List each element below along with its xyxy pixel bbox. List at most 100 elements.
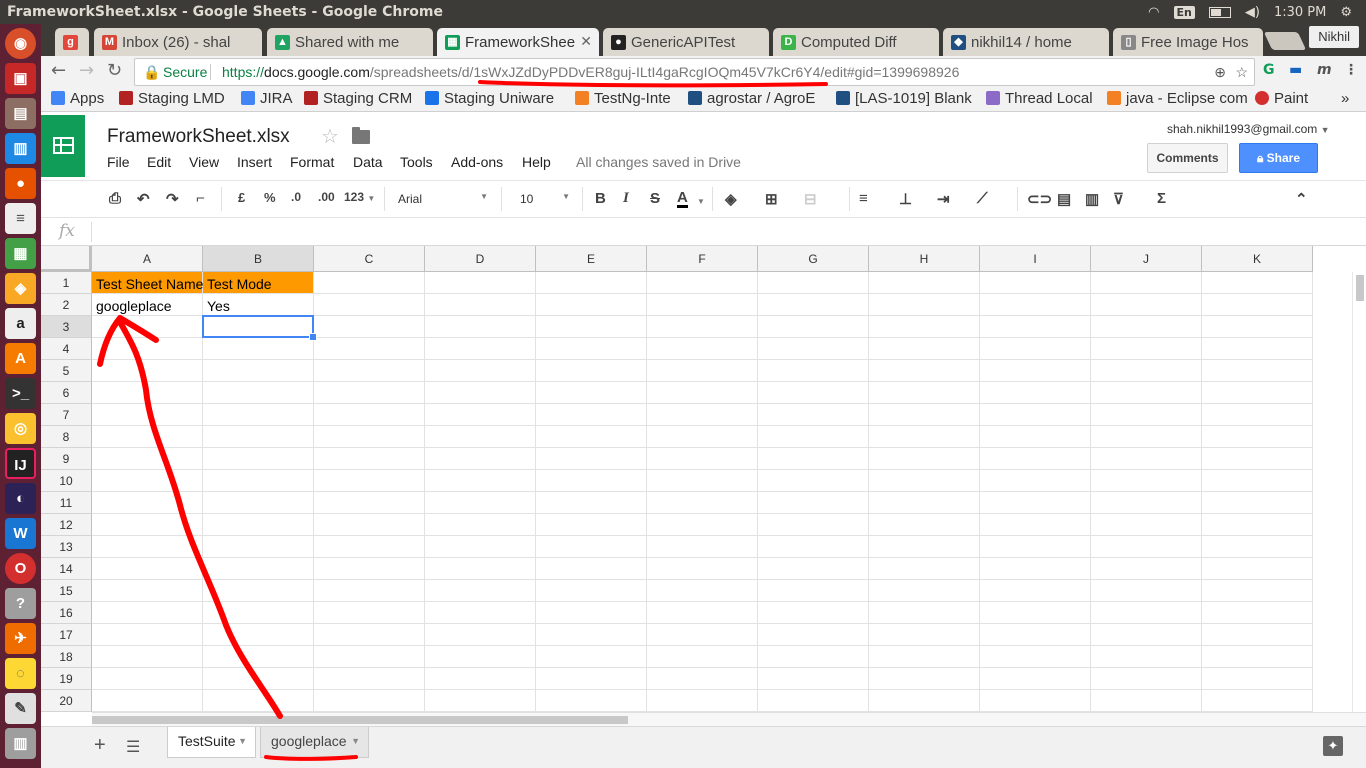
cell-b1[interactable]: Test Mode [203, 272, 314, 294]
cell-f6[interactable] [647, 382, 758, 404]
cell-e9[interactable] [536, 448, 647, 470]
cell-j9[interactable] [1091, 448, 1202, 470]
cell-e15[interactable] [536, 580, 647, 602]
row-header-7[interactable]: 7 [41, 404, 92, 426]
cell-d12[interactable] [425, 514, 536, 536]
more-formats-button[interactable]: 123 ▼ [344, 190, 375, 204]
address-bar[interactable]: 🔒 Secure https://docs.google.com/spreads… [134, 58, 1255, 86]
row-header-3[interactable]: 3 [41, 316, 92, 338]
cell-h17[interactable] [869, 624, 980, 646]
cell-a1[interactable]: Test Sheet Name [92, 272, 203, 294]
account-email[interactable]: shah.nikhil1993@gmail.com ▼ [1167, 122, 1330, 136]
m-extension-icon[interactable]: m [1317, 62, 1332, 78]
cell-f9[interactable] [647, 448, 758, 470]
cell-a6[interactable] [92, 382, 203, 404]
bookmark-las-1019[interactable]: [LAS-1019] Blank [836, 90, 972, 107]
cell-a14[interactable] [92, 558, 203, 580]
cell-i8[interactable] [980, 426, 1091, 448]
cell-e7[interactable] [536, 404, 647, 426]
cell-b15[interactable] [203, 580, 314, 602]
row-header-14[interactable]: 14 [41, 558, 92, 580]
files-icon[interactable]: ▤ [5, 98, 36, 129]
column-header-h[interactable]: H [869, 246, 980, 272]
insert-link-icon[interactable]: ⊂⊃ [1027, 190, 1052, 208]
cell-g12[interactable] [758, 514, 869, 536]
cell-h16[interactable] [869, 602, 980, 624]
back-arrow-icon[interactable]: ← [51, 60, 66, 81]
row-header-17[interactable]: 17 [41, 624, 92, 646]
ubuntu-software-icon[interactable]: A [5, 343, 36, 374]
all-sheets-menu-icon[interactable]: ☰ [126, 737, 140, 757]
cell-j11[interactable] [1091, 492, 1202, 514]
cell-e17[interactable] [536, 624, 647, 646]
cell-f10[interactable] [647, 470, 758, 492]
cell-g19[interactable] [758, 668, 869, 690]
cell-g18[interactable] [758, 646, 869, 668]
folder-icon[interactable] [352, 127, 370, 144]
doc-title[interactable]: FrameworkSheet.xlsx [107, 126, 290, 148]
column-header-b[interactable]: B [203, 246, 314, 272]
cell-k12[interactable] [1202, 514, 1313, 536]
cell-a20[interactable] [92, 690, 203, 712]
cell-i15[interactable] [980, 580, 1091, 602]
cell-a4[interactable] [92, 338, 203, 360]
menu-addons[interactable]: Add-ons [451, 154, 503, 170]
bookmark-staging-crm[interactable]: Staging CRM [304, 90, 412, 107]
redo-icon[interactable]: ↷ [166, 190, 179, 208]
cell-a7[interactable] [92, 404, 203, 426]
cell-b19[interactable] [203, 668, 314, 690]
cell-a18[interactable] [92, 646, 203, 668]
cell-i16[interactable] [980, 602, 1091, 624]
document-viewer-icon[interactable]: ▥ [5, 133, 36, 164]
cell-d11[interactable] [425, 492, 536, 514]
share-button[interactable]: 🔒︎ Share [1239, 143, 1318, 173]
cell-k19[interactable] [1202, 668, 1313, 690]
cell-g9[interactable] [758, 448, 869, 470]
cell-h9[interactable] [869, 448, 980, 470]
cell-e10[interactable] [536, 470, 647, 492]
cell-d19[interactable] [425, 668, 536, 690]
cell-a5[interactable] [92, 360, 203, 382]
cell-j18[interactable] [1091, 646, 1202, 668]
opera-icon[interactable]: O [5, 553, 36, 584]
cell-j13[interactable] [1091, 536, 1202, 558]
cell-d1[interactable] [425, 272, 536, 294]
cell-c10[interactable] [314, 470, 425, 492]
row-header-1[interactable]: 1 [41, 272, 92, 294]
filter-icon[interactable]: ⊽ [1113, 190, 1124, 208]
cell-d16[interactable] [425, 602, 536, 624]
fill-color-icon[interactable]: ◈ [725, 190, 737, 208]
row-header-11[interactable]: 11 [41, 492, 92, 514]
font-family-select[interactable]: Arial ▼ [398, 192, 488, 206]
cell-h8[interactable] [869, 426, 980, 448]
decrease-decimal-button[interactable]: .0 [291, 190, 301, 204]
cell-f16[interactable] [647, 602, 758, 624]
cell-b11[interactable] [203, 492, 314, 514]
cell-f1[interactable] [647, 272, 758, 294]
cell-d18[interactable] [425, 646, 536, 668]
menu-view[interactable]: View [189, 154, 219, 170]
cell-b8[interactable] [203, 426, 314, 448]
cell-i1[interactable] [980, 272, 1091, 294]
cell-j20[interactable] [1091, 690, 1202, 712]
cell-h2[interactable] [869, 294, 980, 316]
cell-c18[interactable] [314, 646, 425, 668]
cell-b10[interactable] [203, 470, 314, 492]
cell-e1[interactable] [536, 272, 647, 294]
cell-j17[interactable] [1091, 624, 1202, 646]
sheet-tab-googleplace[interactable]: googleplace ▼ [260, 727, 369, 758]
calc-icon[interactable]: ▦ [5, 238, 36, 269]
column-header-g[interactable]: G [758, 246, 869, 272]
cell-g4[interactable] [758, 338, 869, 360]
cell-a9[interactable] [92, 448, 203, 470]
cell-e6[interactable] [536, 382, 647, 404]
cell-k7[interactable] [1202, 404, 1313, 426]
cell-e12[interactable] [536, 514, 647, 536]
functions-button[interactable]: Σ [1157, 190, 1166, 207]
cell-h5[interactable] [869, 360, 980, 382]
column-header-j[interactable]: J [1091, 246, 1202, 272]
cell-d15[interactable] [425, 580, 536, 602]
gear-icon[interactable]: ⚙ [1340, 5, 1352, 20]
cell-g13[interactable] [758, 536, 869, 558]
increase-decimal-button[interactable]: .00 [318, 190, 335, 204]
